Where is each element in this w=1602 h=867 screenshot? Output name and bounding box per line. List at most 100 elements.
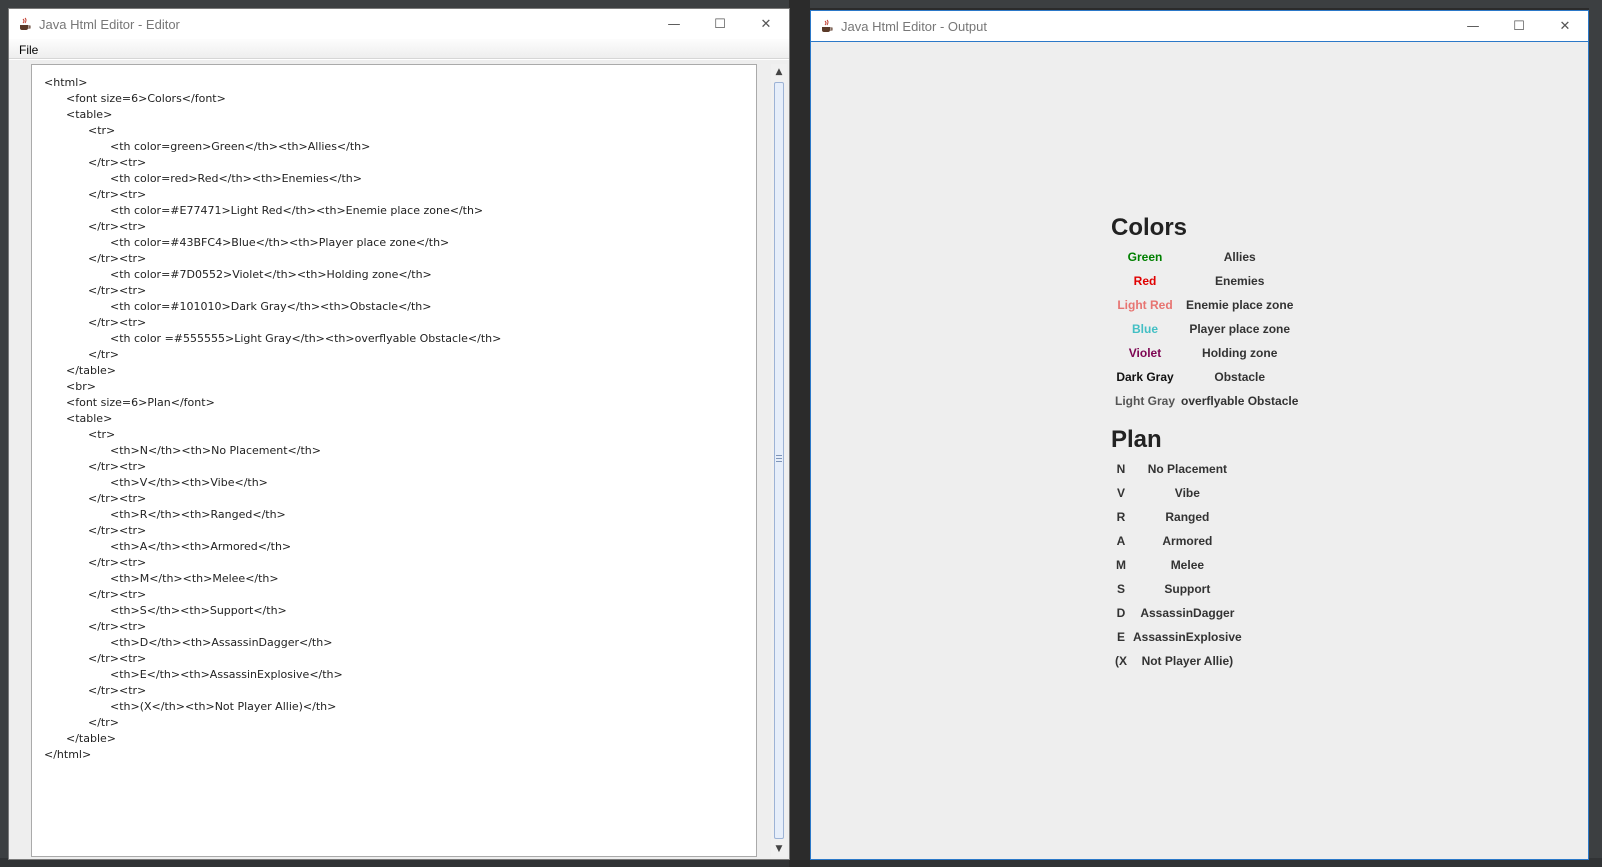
code-line: <tr> — [88, 124, 116, 137]
vertical-scrollbar[interactable]: ▲ ▼ — [771, 64, 787, 857]
plan-code: A — [1116, 534, 1126, 548]
color-meaning: Holding zone — [1202, 346, 1278, 360]
plan-meaning: Not Player Allie) — [1141, 654, 1234, 668]
code-line: <th>S</th><th>Support</th> — [110, 604, 287, 617]
code-line: </tr><tr> — [88, 652, 147, 665]
color-label: Red — [1133, 274, 1157, 288]
color-meaning: Enemies — [1215, 274, 1265, 288]
grip-icon — [776, 455, 782, 462]
code-line: <th color=red>Red</th><th>Enemies</th> — [110, 172, 362, 185]
code-line: </table> — [66, 732, 116, 745]
table-row: Dark Gray Obstacle — [1113, 366, 1300, 388]
scroll-down-arrow-icon[interactable]: ▼ — [771, 841, 787, 857]
plan-table: N No Placement V Vibe R Ranged A Armored M Melee S… — [1111, 456, 1246, 674]
table-row: N No Placement — [1113, 458, 1244, 480]
editor-window: Java Html Editor - Editor — ☐ ✕ File <ht… — [8, 8, 790, 860]
code-line: <th color =#555555>Light Gray</th><th>ov… — [110, 332, 502, 345]
close-button[interactable]: ✕ — [743, 9, 789, 39]
color-label: Green — [1127, 250, 1163, 264]
colors-table: Green Allies Red Enemies Light Red Enemie pla… — [1111, 244, 1302, 414]
table-row: E AssassinExplosive — [1113, 626, 1244, 648]
code-line: </tr><tr> — [88, 188, 147, 201]
code-line: <th color=#43BFC4>Blue</th><th>Player pl… — [110, 236, 450, 249]
code-line: <th>R</th><th>Ranged</th> — [110, 508, 286, 521]
code-line: <th>D</th><th>AssassinDagger</th> — [110, 636, 333, 649]
code-line: </tr><tr> — [88, 156, 147, 169]
editor-titlebar[interactable]: Java Html Editor - Editor — ☐ ✕ — [9, 9, 789, 39]
scroll-thumb[interactable] — [774, 82, 784, 839]
code-line: <th>N</th><th>No Placement</th> — [110, 444, 321, 457]
code-lines: <html> <font size=6>Colors</font> <table> <… — [44, 75, 501, 763]
code-line: </tr> — [88, 716, 119, 729]
code-line: </tr><tr> — [88, 588, 147, 601]
code-line: </table> — [66, 364, 116, 377]
plan-code: V — [1116, 486, 1125, 500]
color-meaning: Player place zone — [1189, 322, 1291, 336]
plan-code: (X — [1115, 654, 1127, 668]
code-line: </tr><tr> — [88, 620, 147, 633]
plan-meaning: Melee — [1170, 558, 1205, 572]
table-row: R Ranged — [1113, 506, 1244, 528]
scroll-up-arrow-icon[interactable]: ▲ — [771, 64, 787, 80]
plan-heading: Plan — [1111, 426, 1162, 453]
output-titlebar[interactable]: Java Html Editor - Output — ☐ ✕ — [811, 11, 1588, 41]
maximize-icon: ☐ — [714, 16, 726, 32]
code-line: </tr><tr> — [88, 284, 147, 297]
menu-bar: File — [9, 39, 789, 59]
close-button[interactable]: ✕ — [1542, 11, 1588, 41]
background-ide-right — [1589, 0, 1602, 867]
table-row: Red Enemies — [1113, 270, 1300, 292]
maximize-icon: ☐ — [1513, 18, 1525, 34]
background-ide-middle — [789, 0, 810, 867]
close-icon: ✕ — [760, 16, 772, 32]
plan-meaning: Armored — [1162, 534, 1213, 548]
output-body: Colors Green Allies Red Enemies Light Red Ene… — [811, 41, 1588, 859]
table-row: Light Gray overflyable Obstacle — [1113, 390, 1300, 412]
code-line: <th>M</th><th>Melee</th> — [110, 572, 279, 585]
code-line: <table> — [66, 108, 113, 121]
minimize-icon: — — [667, 16, 681, 32]
plan-code: D — [1116, 606, 1126, 620]
color-meaning: Enemie place zone — [1186, 298, 1294, 312]
table-row: A Armored — [1113, 530, 1244, 552]
plan-meaning: AssassinDagger — [1140, 606, 1235, 620]
table-row: Blue Player place zone — [1113, 318, 1300, 340]
color-meaning: Obstacle — [1214, 370, 1266, 384]
code-line: </tr><tr> — [88, 316, 147, 329]
code-line: <html> — [44, 76, 88, 89]
plan-code: N — [1116, 462, 1126, 476]
code-line: <tr> — [88, 428, 116, 441]
plan-meaning: Vibe — [1174, 486, 1200, 500]
minimize-button[interactable]: — — [1450, 11, 1496, 41]
plan-code: E — [1116, 630, 1125, 644]
colors-heading: Colors — [1111, 214, 1188, 241]
output-window-title: Java Html Editor - Output — [841, 18, 987, 34]
menu-file[interactable]: File — [13, 40, 44, 60]
code-line: </tr><tr> — [88, 492, 147, 505]
code-line: </html> — [44, 748, 92, 761]
html-text-area[interactable]: <html> <font size=6>Colors</font> <table> <… — [31, 64, 757, 857]
code-line: <th>(X</th><th>Not Player Allie)</th> — [110, 700, 337, 713]
code-line: </tr><tr> — [88, 556, 147, 569]
rendered-html: Colors Green Allies Red Enemies Light Red Ene… — [1111, 212, 1302, 674]
table-row: V Vibe — [1113, 482, 1244, 504]
table-row: Light Red Enemie place zone — [1113, 294, 1300, 316]
maximize-button[interactable]: ☐ — [697, 9, 743, 39]
plan-meaning: Support — [1164, 582, 1211, 596]
code-line: <th color=#7D0552>Violet</th><th>Holding… — [110, 268, 432, 281]
code-line: </tr><tr> — [88, 524, 147, 537]
plan-meaning: No Placement — [1147, 462, 1228, 476]
editor-window-title: Java Html Editor - Editor — [39, 16, 180, 32]
code-line: <font size=6>Plan</font> — [66, 396, 215, 409]
code-line: <th color=#E77471>Light Red</th><th>Enem… — [110, 204, 484, 217]
code-line: <th>E</th><th>AssassinExplosive</th> — [110, 668, 343, 681]
table-row: Green Allies — [1113, 246, 1300, 268]
table-row: D AssassinDagger — [1113, 602, 1244, 624]
code-line: </tr><tr> — [88, 220, 147, 233]
minimize-button[interactable]: — — [651, 9, 697, 39]
java-coffee-cup-icon — [18, 17, 32, 31]
color-label: Blue — [1132, 322, 1159, 336]
plan-meaning: Ranged — [1165, 510, 1210, 524]
maximize-button[interactable]: ☐ — [1496, 11, 1542, 41]
table-row: (X Not Player Allie) — [1113, 650, 1244, 672]
